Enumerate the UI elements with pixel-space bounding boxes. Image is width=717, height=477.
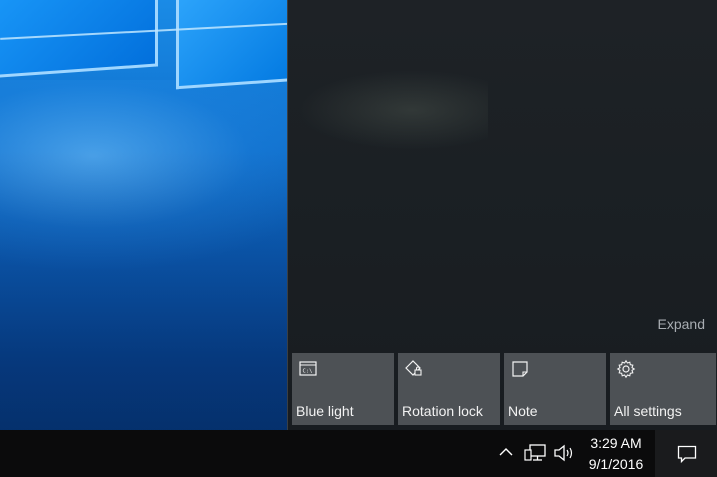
quick-actions: C:\ Blue light Rotation lock Note All se… [292,353,716,425]
clock-time: 3:29 AM [590,435,642,451]
action-center-panel: Expand C:\ Blue light Rotation lock Note… [287,0,717,430]
wallpaper-window-pane [176,0,287,90]
rotation-lock-icon [405,360,422,376]
quick-action-blue-light[interactable]: C:\ Blue light [292,353,394,425]
taskbar-clock[interactable]: 3:29 AM 9/1/2016 [582,434,650,474]
panel-background-blur [298,70,488,150]
wallpaper-floor [0,150,287,430]
gear-icon [616,359,636,379]
volume-icon[interactable] [552,442,576,464]
taskbar: 3:29 AM 9/1/2016 [0,430,717,477]
desktop-wallpaper [0,0,287,430]
chevron-up-icon[interactable] [497,443,515,461]
quick-action-label: Note [508,403,538,419]
svg-text:C:\: C:\ [303,369,313,375]
quick-action-label: Rotation lock [402,403,483,419]
action-center-button[interactable] [655,430,717,477]
clock-date: 9/1/2016 [588,456,644,472]
expand-link[interactable]: Expand [658,316,705,332]
quick-action-label: All settings [614,403,682,419]
quick-action-label: Blue light [296,403,354,419]
quick-action-note[interactable]: Note [504,353,606,425]
blue-light-icon: C:\ [299,361,317,376]
action-center-icon [677,445,697,464]
note-icon [512,361,528,377]
network-icon[interactable] [523,442,547,464]
quick-action-rotation-lock[interactable]: Rotation lock [398,353,500,425]
quick-action-all-settings[interactable]: All settings [610,353,716,425]
wallpaper-window-pane [0,0,158,80]
